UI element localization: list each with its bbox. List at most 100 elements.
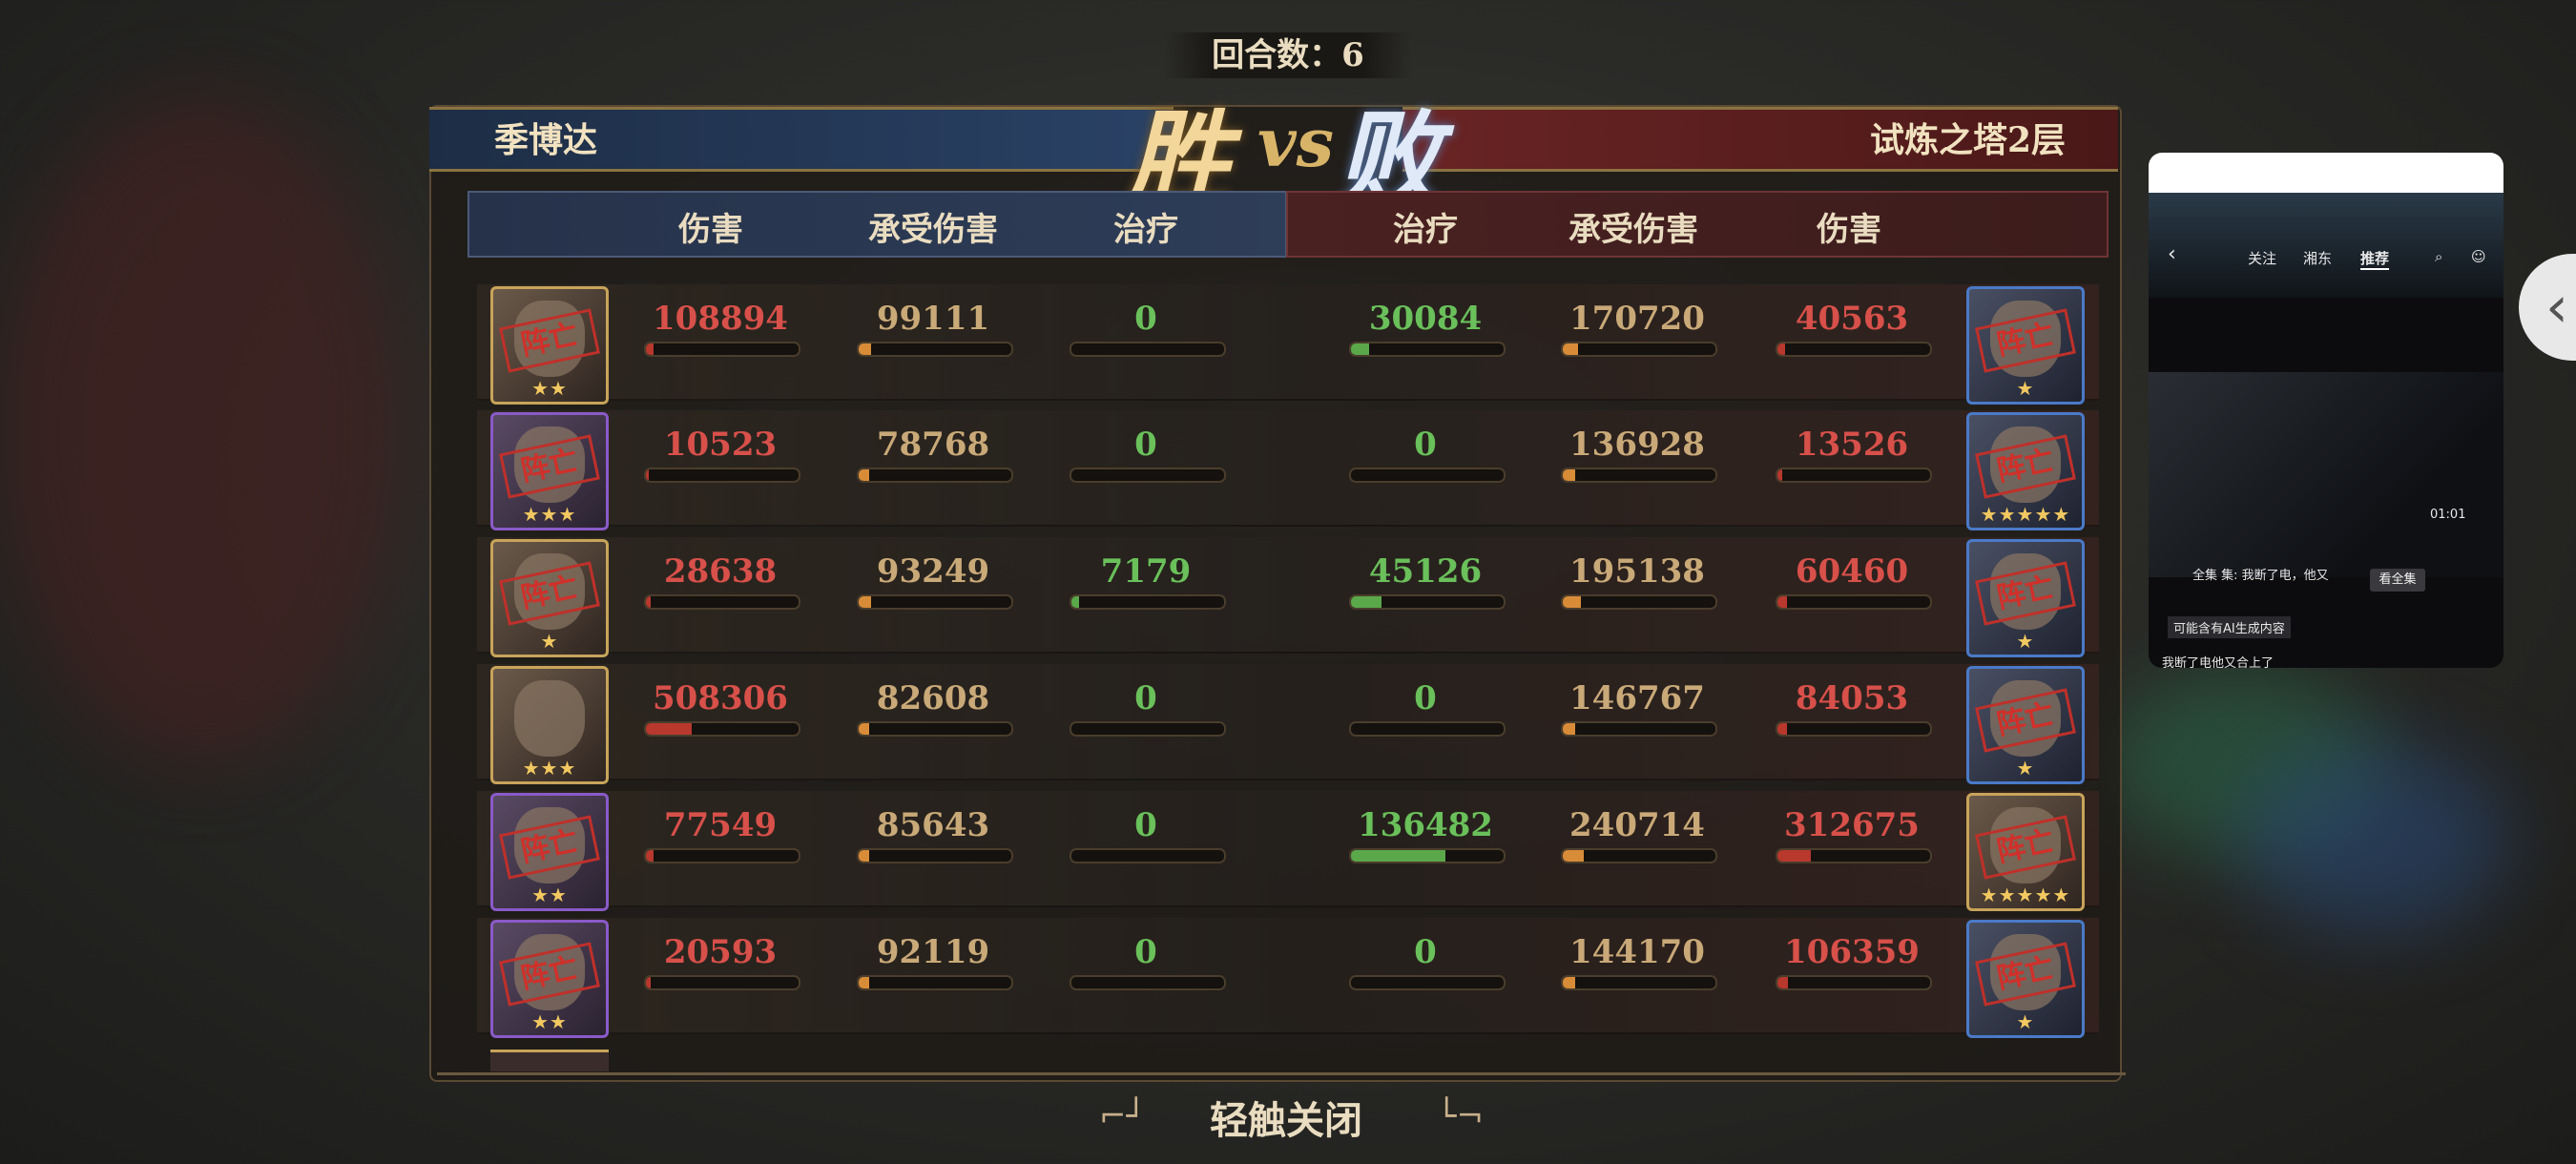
l-taken-value: 82608: [876, 679, 990, 717]
l-heal-value: 0: [1134, 426, 1157, 464]
r-damage-value: 84053: [1795, 679, 1909, 717]
star-rating: ★: [2016, 1010, 2035, 1033]
r-damage-bar: [1776, 721, 1932, 737]
l-taken-value: 93249: [876, 552, 990, 591]
bar-fill: [859, 469, 870, 481]
profile-icon[interactable]: ☺: [2471, 248, 2486, 265]
tap-to-close-button[interactable]: 轻触关闭: [1210, 1090, 1362, 1145]
floating-video-window[interactable]: ‹ 关注 湘东 推荐 ⌕ ☺ 全集 集: 我断了电，他又 看全集 01:01 可…: [2149, 153, 2503, 668]
bar-fill: [1777, 723, 1787, 735]
back-icon[interactable]: ‹: [2168, 242, 2176, 266]
collapse-chevron-icon[interactable]: ‹: [2519, 254, 2576, 361]
left-hero-avatar[interactable]: 阵亡 ★★★: [490, 412, 609, 530]
right-hero-avatar[interactable]: 阵亡 ★: [1966, 666, 2085, 784]
l-heal-value: 0: [1134, 679, 1157, 717]
search-icon[interactable]: ⌕: [2435, 248, 2442, 265]
background-blur: [2242, 744, 2509, 935]
video-caption: 全集 集: 我断了电，他又: [2192, 569, 2329, 583]
r-taken-value: 240714: [1569, 806, 1705, 844]
background-blur: [0, 95, 401, 763]
bar-fill: [646, 343, 654, 355]
r-taken-value: 144170: [1569, 933, 1705, 971]
bar-fill: [646, 723, 692, 735]
l-damage-bar: [644, 721, 800, 737]
bar-fill: [1563, 469, 1575, 481]
bar-fill: [859, 596, 871, 608]
l-taken-value: 85643: [876, 806, 990, 844]
bar-fill: [646, 596, 651, 608]
bar-fill: [1563, 723, 1575, 735]
bar-fill: [646, 977, 651, 988]
r-taken-bar: [1561, 975, 1717, 990]
l-heal-bar: [1070, 342, 1226, 357]
l-damage-value: 28638: [663, 552, 778, 591]
l-taken-bar: [857, 721, 1013, 737]
bar-fill: [1777, 977, 1789, 988]
r-taken-bar: [1561, 848, 1717, 863]
video-player[interactable]: [2149, 372, 2503, 577]
defeated-stamp: 阵亡: [1975, 942, 2076, 1007]
r-heal-bar: [1349, 468, 1506, 483]
defeated-stamp: 阵亡: [1975, 561, 2076, 626]
star-rating: ★: [2016, 377, 2035, 400]
floating-window-titlebar[interactable]: [2149, 153, 2503, 193]
l-taken-bar: [857, 848, 1013, 863]
left-hero-avatar[interactable]: 阵亡 ★★: [490, 793, 609, 911]
star-rating: ★★: [531, 377, 568, 400]
l-damage-value: 108894: [653, 300, 788, 338]
left-hero-avatar[interactable]: ★★★: [490, 666, 609, 784]
r-damage-bar: [1776, 975, 1932, 990]
r-heal-value: 136482: [1358, 806, 1493, 844]
star-rating: ★: [540, 630, 559, 653]
right-hero-avatar[interactable]: 阵亡 ★: [1966, 539, 2085, 657]
l-taken-value: 99111: [876, 300, 990, 338]
l-damage-bar: [644, 342, 800, 357]
defeated-stamp: 阵亡: [499, 942, 600, 1007]
l-damage-bar: [644, 468, 800, 483]
l-taken-bar: [857, 342, 1013, 357]
tab-location[interactable]: 湘东: [2303, 248, 2332, 268]
bar-fill: [859, 343, 871, 355]
tab-recommend[interactable]: 推荐: [2360, 248, 2390, 270]
right-hero-avatar[interactable]: 阵亡 ★: [1966, 286, 2085, 405]
tab-follow[interactable]: 关注: [2248, 248, 2276, 268]
r-taken-value: 136928: [1569, 426, 1705, 464]
bar-fill: [1563, 596, 1582, 608]
r-heal-bar: [1349, 594, 1506, 610]
l-damage-bar: [644, 975, 800, 990]
watch-full-button[interactable]: 看全集: [2370, 569, 2425, 592]
r-damage-bar: [1776, 594, 1932, 610]
l-damage-value: 20593: [663, 933, 778, 971]
left-hero-avatar[interactable]: 阵亡 ★★: [490, 286, 609, 405]
right-hero-avatar[interactable]: 阵亡 ★★★★★: [1966, 793, 2085, 911]
left-hero-avatar[interactable]: 阵亡 ★: [490, 539, 609, 657]
l-heal-value: 7179: [1100, 552, 1192, 591]
left-hero-avatar[interactable]: 阵亡 ★★: [490, 920, 609, 1038]
bar-fill: [859, 723, 870, 735]
l-damage-bar: [644, 594, 800, 610]
bar-fill: [1777, 596, 1787, 608]
l-heal-value: 0: [1134, 300, 1157, 338]
video-subtitle: 我断了电他又合上了: [2162, 656, 2275, 668]
bar-fill: [646, 850, 654, 862]
bar-fill: [1351, 343, 1370, 355]
star-rating: ★★★★★: [1980, 503, 2071, 526]
defeated-stamp: 阵亡: [499, 561, 600, 626]
star-rating: ★★: [531, 883, 568, 906]
l-taken-value: 92119: [876, 933, 990, 971]
star-rating: ★★★: [522, 503, 577, 526]
r-taken-value: 195138: [1569, 552, 1705, 591]
bar-fill: [1563, 850, 1585, 862]
r-damage-value: 106359: [1784, 933, 1920, 971]
r-taken-value: 170720: [1569, 300, 1705, 338]
right-team-name: 试炼之塔2层: [1870, 120, 2067, 160]
right-hero-avatar[interactable]: 阵亡 ★★★★★: [1966, 412, 2085, 530]
r-damage-value: 312675: [1784, 806, 1920, 844]
col-header-right-taken: 承受伤害: [1568, 211, 1698, 249]
panel-bottom-border: [437, 1072, 2126, 1075]
vs-label: vs: [1257, 103, 1335, 182]
defeated-stamp: 阵亡: [499, 815, 600, 880]
col-header-left-heal: 治疗: [1113, 211, 1178, 249]
right-hero-avatar[interactable]: 阵亡 ★: [1966, 920, 2085, 1038]
l-heal-bar: [1070, 468, 1226, 483]
